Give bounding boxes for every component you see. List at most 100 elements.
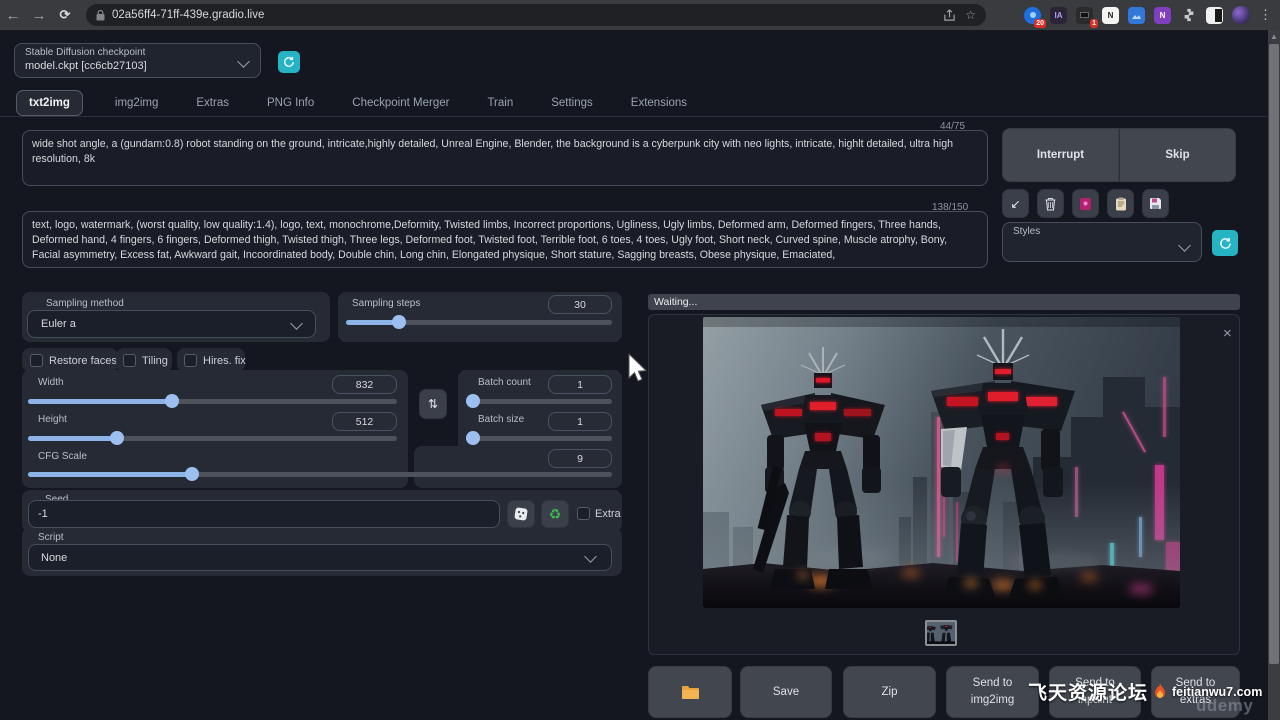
ext-bw-icon[interactable] [1206, 7, 1223, 24]
app-window: ← → ⟳ 02a56ff4-71ff-439e.gradio.live ☆ 2… [0, 0, 1280, 720]
tab-settings[interactable]: Settings [545, 91, 599, 115]
chevron-down-icon [290, 317, 303, 330]
skip-button[interactable]: Skip [1119, 128, 1236, 182]
refresh-icon [1219, 237, 1232, 250]
floppy-save-icon [1149, 197, 1162, 210]
checkpoint-group: Stable Diffusion checkpoint model.ckpt [… [14, 43, 261, 78]
reload-icon[interactable]: ⟳ [52, 7, 78, 23]
batch-count-value[interactable]: 1 [548, 375, 612, 394]
swap-dimensions-button[interactable]: ⇅ [419, 389, 447, 419]
generated-image[interactable] [703, 317, 1180, 608]
gallery-thumbnail[interactable] [925, 620, 957, 646]
width-slider[interactable] [28, 394, 397, 408]
tiling-checkbox[interactable] [123, 354, 136, 367]
tab-txt2img[interactable]: txt2img [16, 90, 83, 116]
dice-icon [514, 507, 528, 521]
chevron-down-icon [584, 550, 597, 563]
watermark-site-name: 飞天资源论坛 [1028, 678, 1148, 705]
random-seed-button[interactable] [507, 500, 535, 528]
clear-prompt-button[interactable] [1037, 189, 1064, 218]
page-scrollbar[interactable]: ▲ [1268, 30, 1280, 720]
height-label: Height [38, 414, 67, 425]
checkpoint-label: Stable Diffusion checkpoint [25, 47, 145, 58]
save-style-button[interactable] [1142, 189, 1169, 218]
refresh-icon [283, 56, 295, 68]
tab-img2img[interactable]: img2img [109, 91, 164, 115]
seed-value: -1 [38, 508, 48, 520]
ext-image-icon[interactable] [1128, 7, 1145, 24]
prompt-input[interactable]: wide shot angle, a (gundam:0.8) robot st… [22, 130, 988, 186]
width-value[interactable]: 832 [332, 375, 397, 394]
height-value[interactable]: 512 [332, 412, 397, 431]
ext-notion-icon[interactable]: N [1102, 7, 1119, 24]
mouse-cursor [627, 353, 649, 385]
script-dropdown[interactable]: None [28, 544, 612, 571]
browser-toolbar: ← → ⟳ 02a56ff4-71ff-439e.gradio.live ☆ 2… [0, 0, 1280, 30]
sampling-method-dropdown[interactable]: Euler a [27, 310, 316, 338]
styles-dropdown[interactable] [1003, 223, 1201, 261]
zip-button[interactable]: Zip [843, 666, 936, 718]
interrupt-button[interactable]: Interrupt [1002, 128, 1119, 182]
browser-menu-icon[interactable]: ⋮ [1259, 7, 1272, 23]
cfg-scale-label: CFG Scale [38, 451, 87, 462]
tab-png-info[interactable]: PNG Info [261, 91, 320, 115]
height-slider[interactable] [28, 431, 397, 445]
extra-networks-button[interactable] [1072, 189, 1099, 218]
checkpoint-dropdown[interactable]: model.ckpt [cc6cb27103] [25, 60, 147, 72]
cfg-scale-value[interactable]: 9 [548, 449, 612, 468]
tab-extras[interactable]: Extras [190, 91, 235, 115]
swap-arrows-icon: ⇅ [428, 397, 438, 411]
open-folder-button[interactable] [648, 666, 732, 718]
sampling-steps-slider[interactable] [346, 315, 612, 329]
script-value: None [41, 552, 67, 564]
scrollbar-thumb[interactable] [1269, 44, 1279, 664]
tab-extensions[interactable]: Extensions [625, 91, 693, 115]
forward-icon[interactable]: → [26, 7, 52, 24]
batch-size-label: Batch size [478, 414, 524, 425]
extra-seed-checkbox[interactable] [577, 507, 590, 520]
negative-prompt-input[interactable]: text, logo, watermark, (worst quality, l… [22, 211, 988, 268]
trash-icon [1044, 197, 1057, 211]
bookmark-star-icon[interactable]: ☆ [965, 8, 976, 22]
puzzle-icon[interactable] [1180, 7, 1197, 24]
ext-dark-icon[interactable]: 1 [1076, 7, 1093, 24]
tiling-label: Tiling [142, 355, 168, 367]
apply-style-button[interactable] [1107, 189, 1134, 218]
restore-faces-checkbox[interactable] [30, 354, 43, 367]
chevron-down-icon [237, 55, 250, 68]
recycle-icon: ♻ [549, 506, 562, 523]
seed-input[interactable]: -1 [28, 500, 500, 528]
card-art-icon [1079, 197, 1092, 211]
batch-size-slider[interactable] [466, 431, 612, 445]
clipboard-icon [1115, 197, 1127, 211]
refresh-styles-button[interactable] [1212, 230, 1238, 256]
tab-train[interactable]: Train [481, 91, 519, 115]
ext-pin-icon[interactable]: 20 [1024, 7, 1041, 24]
ext-onenote-icon[interactable]: N [1154, 7, 1171, 24]
paste-params-button[interactable]: ↙ [1002, 189, 1029, 218]
sampling-method-value: Euler a [41, 318, 76, 330]
scroll-up-arrow-icon[interactable]: ▲ [1270, 32, 1278, 41]
cfg-scale-slider[interactable] [28, 467, 612, 481]
reuse-seed-button[interactable]: ♻ [541, 500, 569, 528]
batch-size-value[interactable]: 1 [548, 412, 612, 431]
batch-count-label: Batch count [478, 377, 531, 388]
sampling-steps-label: Sampling steps [352, 298, 420, 309]
batch-count-slider[interactable] [466, 394, 612, 408]
back-icon[interactable]: ← [0, 7, 26, 24]
save-button[interactable]: Save [740, 666, 832, 718]
url-text: 02a56ff4-71ff-439e.gradio.live [112, 9, 264, 21]
send-to-img2img-button[interactable]: Send to img2img [946, 666, 1039, 718]
styles-group: Styles [1002, 222, 1202, 262]
share-icon[interactable] [943, 9, 956, 22]
profile-avatar[interactable] [1232, 6, 1250, 24]
refresh-checkpoint-button[interactable] [278, 51, 300, 73]
close-icon[interactable]: × [1223, 326, 1232, 341]
ext-ia-icon[interactable]: IA [1050, 7, 1067, 24]
progress-bar: Waiting... [648, 294, 1240, 310]
progress-text: Waiting... [654, 296, 697, 308]
sampling-steps-value[interactable]: 30 [548, 295, 612, 314]
address-bar[interactable]: 02a56ff4-71ff-439e.gradio.live ☆ [86, 4, 986, 26]
hires-fix-checkbox[interactable] [184, 354, 197, 367]
tab-checkpoint-merger[interactable]: Checkpoint Merger [346, 91, 455, 115]
